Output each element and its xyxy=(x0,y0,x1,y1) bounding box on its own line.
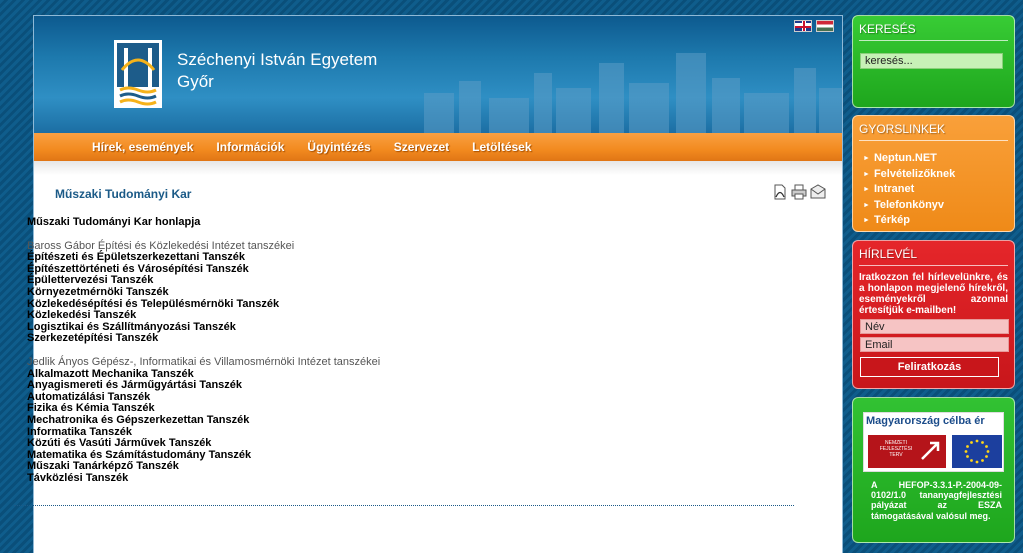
nav-item-information[interactable]: Információk xyxy=(216,133,284,161)
quicklink-item[interactable]: ► Telefonkönyv xyxy=(863,198,1014,214)
newsletter-box-title: HÍRLEVÉL xyxy=(859,247,918,261)
nav-item-downloads[interactable]: Letöltések xyxy=(472,133,531,161)
page-tools xyxy=(772,184,826,200)
university-logo[interactable] xyxy=(114,40,162,108)
department-link[interactable]: Távközlési Tanszék xyxy=(27,472,787,485)
newsletter-name-field[interactable] xyxy=(860,319,1009,334)
quicklink-item[interactable]: ► Térkép xyxy=(863,213,1014,229)
faculty-content: Műszaki Tudományi Kar honlapja Baross Gá… xyxy=(27,216,787,496)
content-divider xyxy=(14,505,794,506)
main-navigation: Hírek, események Információk Ügyintézés … xyxy=(34,133,842,161)
bullet-icon: ► xyxy=(863,170,870,178)
eu-funding-text: A HEFOP-3.3.1-P.-2004-09-0102/1.0 tanany… xyxy=(871,480,1002,521)
divider xyxy=(859,40,1008,41)
university-name: Széchenyi István Egyetem xyxy=(177,50,378,69)
print-icon[interactable] xyxy=(791,184,807,200)
department-link[interactable]: Közlekedési Tanszék xyxy=(27,310,787,322)
eu-funding-box: Magyarország célba ér NEMZETI FEJLESZTÉS… xyxy=(852,397,1015,543)
quicklink-item[interactable]: ► Neptun.NET xyxy=(863,151,1014,167)
department-link[interactable]: Közúti és Vasúti Járművek Tanszék xyxy=(27,437,787,450)
department-link[interactable]: Mechatronika és Gépszerkezettan Tanszék xyxy=(27,414,787,427)
nft-logo: NEMZETI FEJLESZTÉSI TERV xyxy=(868,435,946,468)
eu-banner[interactable]: Magyarország célba ér NEMZETI FEJLESZTÉS… xyxy=(863,412,1004,472)
page-title-row: Műszaki Tudományi Kar xyxy=(34,175,842,205)
eu-slogan: Magyarország célba ér xyxy=(866,415,985,427)
bullet-icon: ► xyxy=(863,155,870,162)
quicklinks-list: ► Neptun.NET ► Felvételizőknek ► Intranet ►… xyxy=(853,141,1014,229)
nav-item-organization[interactable]: Szervezet xyxy=(394,133,449,161)
department-group-jedlik: Jedlik Ányos Gépész-, Informatikai és Vi… xyxy=(27,355,787,485)
newsletter-box: HÍRLEVÉL Iratkozzon fel hírlevelünkre, é… xyxy=(852,240,1015,389)
arrow-icon xyxy=(921,441,940,460)
newsletter-description: Iratkozzon fel hírlevelünkre, és a honla… xyxy=(859,272,1008,316)
faculty-homepage-link[interactable]: Műszaki Tudományi Kar honlapja xyxy=(27,216,787,229)
department-link[interactable]: Anyagismereti és Járműgyártási Tanszék xyxy=(27,380,787,392)
newsletter-email-field[interactable] xyxy=(860,337,1009,352)
department-link[interactable]: Közlekedésépítési és Településmérnöki Ta… xyxy=(27,298,787,311)
department-link[interactable]: Műszaki Tanárképző Tanszék xyxy=(27,461,787,473)
department-group-baross: Baross Gábor Építési és Közlekedési Inté… xyxy=(27,240,787,345)
quicklink-label: Neptun.NET xyxy=(873,152,937,164)
quicklink-label: Telefonkönyv xyxy=(873,198,945,211)
department-link[interactable]: Szerkezetépítési Tanszék xyxy=(27,333,787,345)
search-box-title: KERESÉS xyxy=(859,22,916,36)
city-skyline-image xyxy=(424,53,842,133)
quicklink-item[interactable]: ► Felvételizőknek xyxy=(863,167,1014,183)
pdf-icon[interactable] xyxy=(772,184,788,200)
quicklink-label: Térkép xyxy=(873,214,911,227)
quicklink-item[interactable]: ► Intranet xyxy=(863,182,1014,198)
bullet-icon: ► xyxy=(863,186,870,194)
nav-item-administration[interactable]: Ügyintézés xyxy=(307,133,370,161)
search-box: KERESÉS xyxy=(852,15,1015,108)
site-header: Széchenyi István Egyetem Győr xyxy=(34,16,842,133)
quicklink-label: Intranet xyxy=(873,183,915,196)
quicklinks-box-title: GYORSLINKEK xyxy=(859,122,946,136)
nav-shadow xyxy=(34,161,842,175)
bullet-icon: ► xyxy=(863,217,870,225)
search-input[interactable] xyxy=(860,53,1003,69)
quicklinks-box: GYORSLINKEK ► Neptun.NET ► Felvételizőknek… xyxy=(852,115,1015,232)
subscribe-button[interactable]: Feliratkozás xyxy=(860,357,999,377)
language-switcher xyxy=(794,20,834,32)
bullet-icon: ► xyxy=(863,201,870,209)
group-heading: Jedlik Ányos Gépész-, Informatikai és Vi… xyxy=(27,355,381,368)
quicklink-label: Felvételizőknek xyxy=(873,167,956,180)
department-link[interactable]: Környezetmérnöki Tanszék xyxy=(27,286,787,299)
eu-flag-icon xyxy=(952,435,1002,468)
english-flag-icon[interactable] xyxy=(794,20,812,32)
nav-item-news[interactable]: Hírek, események xyxy=(92,133,193,161)
hungarian-flag-icon[interactable] xyxy=(816,20,834,32)
email-icon[interactable] xyxy=(810,184,826,200)
nft-label: NEMZETI FEJLESZTÉSI TERV xyxy=(879,440,913,458)
page-title: Műszaki Tudományi Kar xyxy=(55,187,192,201)
university-city: Győr xyxy=(177,72,214,91)
